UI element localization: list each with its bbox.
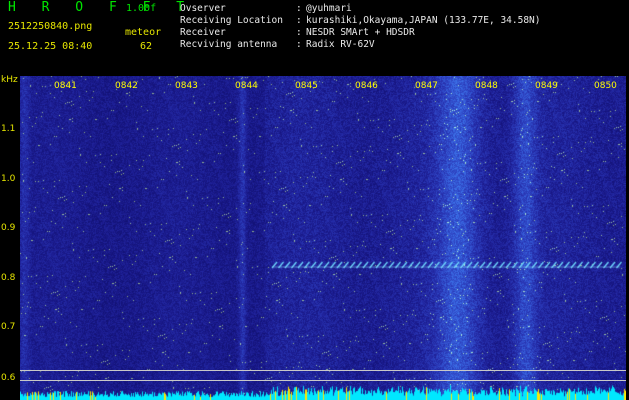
x-tick-label: 0847: [415, 81, 438, 91]
x-tick-label: 0850: [594, 81, 617, 91]
y-tick-label: 1.0: [1, 174, 16, 184]
info-separator: :: [296, 15, 302, 26]
info-value-observer: @yuhmari: [306, 3, 352, 14]
info-value-antenna: Radix RV-62V: [306, 39, 375, 50]
app-version: 1.00f: [126, 3, 157, 14]
info-value-location: kurashiki,Okayama,JAPAN (133.77E, 34.58N…: [306, 15, 541, 26]
info-key-antenna: Recviving antenna: [180, 39, 278, 50]
y-tick-label: 0.7: [1, 322, 16, 332]
info-value-receiver: NESDR SMArt + HDSDR: [306, 27, 415, 38]
spectrogram-canvas: [20, 76, 626, 400]
info-key-location: Receiving Location: [180, 15, 283, 26]
y-tick-label: 0.8: [1, 273, 16, 283]
x-tick-label: 0841: [54, 81, 77, 91]
x-tick-label: 0848: [475, 81, 498, 91]
x-tick-label: 0843: [175, 81, 198, 91]
spectrogram-panel: kHz 1.1 1.0 0.9 0.8 0.7 0.6 0841 0842 08…: [0, 75, 629, 400]
info-separator: :: [296, 39, 302, 50]
file-name: 2512250840.png: [8, 21, 93, 32]
info-separator: :: [296, 27, 302, 38]
y-tick-label: 0.9: [1, 223, 16, 233]
frequency-axis: kHz 1.1 1.0 0.9 0.8 0.7 0.6: [0, 75, 20, 400]
info-key-observer: Ovserver: [180, 3, 226, 14]
info-key-receiver: Receiver: [180, 27, 226, 38]
threshold-line: [20, 370, 626, 371]
info-separator: :: [296, 3, 302, 14]
y-tick-label: 1.1: [1, 124, 16, 134]
header-panel: H R O F F T 1.00f 2512250840.png meteor …: [0, 0, 629, 76]
timestamp: 25.12.25 08:40: [8, 41, 93, 52]
detection-mode: meteor: [125, 27, 162, 38]
y-axis-unit: kHz: [1, 75, 18, 85]
app-brand: H R O F F T: [8, 0, 194, 15]
x-tick-label: 0844: [235, 81, 258, 91]
y-tick-label: 0.6: [1, 373, 16, 383]
meteor-count: 62: [140, 41, 153, 52]
x-tick-label: 0845: [295, 81, 318, 91]
threshold-line: [20, 380, 626, 381]
x-tick-label: 0842: [115, 81, 138, 91]
x-tick-label: 0849: [535, 81, 558, 91]
x-tick-label: 0846: [355, 81, 378, 91]
